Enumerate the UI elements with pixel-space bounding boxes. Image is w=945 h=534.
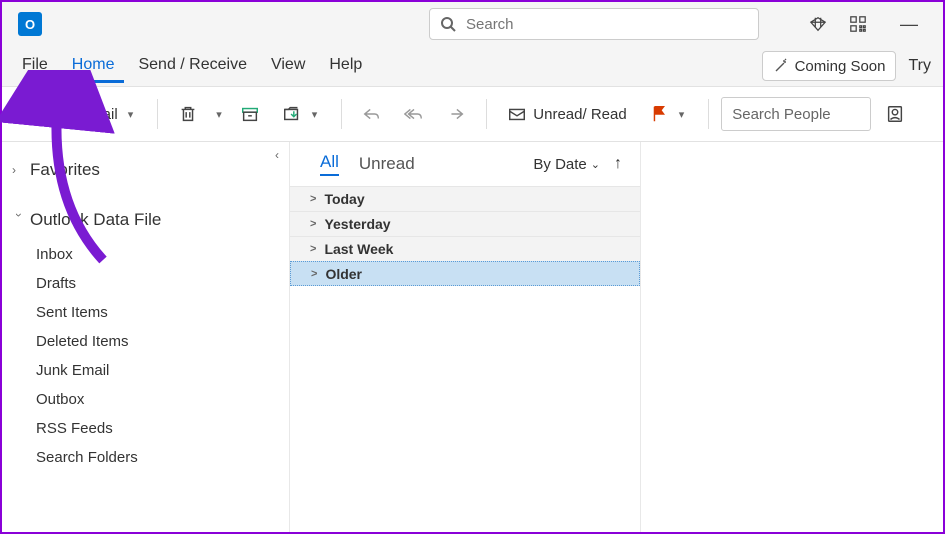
reply-all-button[interactable] xyxy=(396,95,432,133)
group-header[interactable]: > Yesterday xyxy=(290,211,640,236)
menu-view[interactable]: View xyxy=(261,50,315,83)
chevron-right-icon: › xyxy=(12,163,26,177)
minimize-button[interactable]: — xyxy=(889,14,929,35)
group-label: Last Week xyxy=(324,241,393,257)
group-label: Yesterday xyxy=(324,216,390,232)
folder-deleted[interactable]: Deleted Items xyxy=(32,327,289,356)
menu-bar: File Home Send / Receive View Help Comin… xyxy=(2,46,943,86)
wand-icon xyxy=(773,58,789,74)
list-filter-bar: All Unread By Date ⌄ ↑ xyxy=(290,152,640,186)
outlook-app-icon: O xyxy=(18,12,42,36)
folder-junk[interactable]: Junk Email xyxy=(32,356,289,385)
group-label: Today xyxy=(324,191,364,207)
chevron-down-icon: ▾ xyxy=(312,108,318,121)
forward-button[interactable] xyxy=(438,95,474,133)
search-input[interactable] xyxy=(466,16,748,33)
chevron-down-icon: ▾ xyxy=(679,108,685,121)
try-button[interactable]: Try xyxy=(906,53,933,79)
message-list-pane: All Unread By Date ⌄ ↑ >Today>Yesterday>… xyxy=(290,142,640,532)
collapse-nav-icon[interactable]: ‹ xyxy=(275,148,279,162)
archive-button[interactable] xyxy=(232,95,268,133)
flag-icon xyxy=(649,104,669,124)
title-bar: O — xyxy=(2,2,943,46)
favorites-section[interactable]: › Favorites xyxy=(8,154,289,186)
new-email-button[interactable]: New Email ▾ xyxy=(12,95,145,133)
folder-search[interactable]: Search Folders xyxy=(32,443,289,472)
unread-read-button[interactable]: Unread/ Read xyxy=(499,95,634,133)
chevron-right-icon: > xyxy=(310,218,316,230)
group-header[interactable]: > Today xyxy=(290,186,640,211)
filter-all-tab[interactable]: All xyxy=(320,152,339,176)
divider xyxy=(157,99,158,129)
folder-outbox[interactable]: Outbox xyxy=(32,385,289,414)
filter-unread-tab[interactable]: Unread xyxy=(359,154,415,174)
chevron-right-icon: > xyxy=(310,193,316,205)
folder-inbox[interactable]: Inbox xyxy=(32,240,289,269)
coming-soon-toggle[interactable]: Coming Soon xyxy=(762,51,897,81)
divider xyxy=(486,99,487,129)
content-area: ‹ › Favorites › Outlook Data File Inbox … xyxy=(2,142,943,532)
search-icon xyxy=(440,16,456,32)
flag-button[interactable]: ▾ xyxy=(641,95,697,133)
divider xyxy=(708,99,709,129)
sort-button[interactable]: By Date ⌄ xyxy=(533,156,600,173)
data-file-section[interactable]: › Outlook Data File xyxy=(8,204,289,236)
folder-list: Inbox Drafts Sent Items Deleted Items Ju… xyxy=(32,240,289,472)
qr-icon[interactable] xyxy=(849,15,867,33)
chevron-right-icon: > xyxy=(311,268,317,280)
divider xyxy=(341,99,342,129)
chevron-down-icon[interactable]: ▾ xyxy=(216,108,222,121)
new-mail-icon xyxy=(20,104,40,124)
navigation-pane: ‹ › Favorites › Outlook Data File Inbox … xyxy=(2,142,290,532)
folder-drafts[interactable]: Drafts xyxy=(32,269,289,298)
forward-icon xyxy=(446,104,466,124)
folder-rss[interactable]: RSS Feeds xyxy=(32,414,289,443)
menu-file[interactable]: File xyxy=(12,50,58,83)
ribbon: New Email ▾ ▾ ▾ Unread/ Read ▾ Search Pe… xyxy=(2,86,943,142)
premium-icon[interactable] xyxy=(809,15,827,33)
reply-icon xyxy=(362,104,382,124)
global-search[interactable] xyxy=(429,8,759,40)
group-header[interactable]: > Last Week xyxy=(290,236,640,261)
group-label: Older xyxy=(325,266,362,282)
search-people-input[interactable]: Search People xyxy=(721,97,871,131)
envelope-icon xyxy=(507,104,527,124)
sort-direction-button[interactable]: ↑ xyxy=(614,155,622,173)
chevron-down-icon: › xyxy=(12,213,26,227)
delete-button[interactable] xyxy=(170,95,206,133)
chevron-down-icon: ▾ xyxy=(128,108,134,121)
menu-home[interactable]: Home xyxy=(62,50,125,83)
group-header[interactable]: > Older xyxy=(290,261,640,286)
address-book-button[interactable] xyxy=(877,95,913,133)
folder-sent[interactable]: Sent Items xyxy=(32,298,289,327)
reply-all-icon xyxy=(404,104,424,124)
archive-icon xyxy=(240,104,260,124)
move-button[interactable]: ▾ xyxy=(274,95,330,133)
chevron-down-icon: ⌄ xyxy=(591,158,600,171)
chevron-right-icon: > xyxy=(310,243,316,255)
reply-button[interactable] xyxy=(354,95,390,133)
address-book-icon xyxy=(885,104,905,124)
menu-help[interactable]: Help xyxy=(319,50,372,83)
menu-send-receive[interactable]: Send / Receive xyxy=(128,50,257,83)
move-folder-icon xyxy=(282,104,302,124)
reading-pane xyxy=(640,142,943,532)
trash-icon xyxy=(178,104,198,124)
